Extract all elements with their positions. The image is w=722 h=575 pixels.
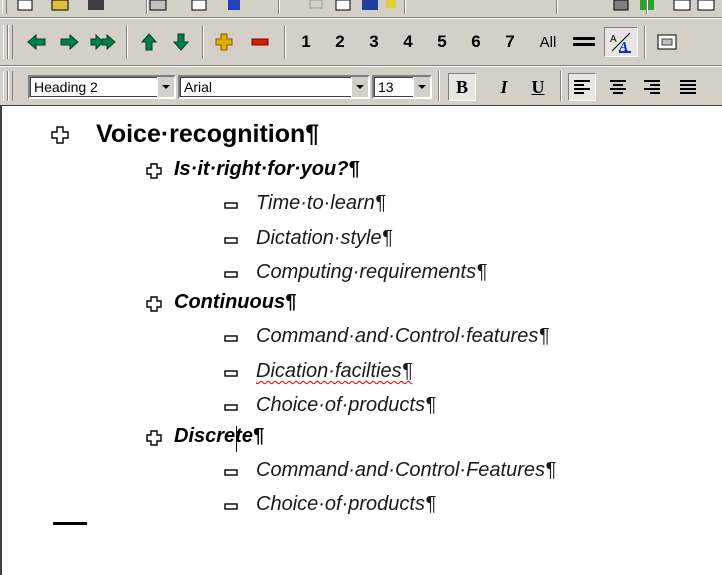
heading-2[interactable]: Continuous¶ xyxy=(174,291,296,314)
separator xyxy=(126,25,128,59)
align-right-icon xyxy=(644,80,660,94)
move-up-button[interactable] xyxy=(134,27,164,57)
separator xyxy=(146,0,148,14)
promote-button[interactable] xyxy=(22,27,52,57)
collapse-minus-icon[interactable] xyxy=(224,469,238,476)
standard-toolbar xyxy=(0,0,722,18)
expand-plus-icon[interactable] xyxy=(146,296,162,312)
move-up-icon xyxy=(141,33,157,51)
separator xyxy=(278,0,280,14)
show-heading-4-button[interactable]: 4 xyxy=(394,27,422,57)
promote-arrow-icon xyxy=(27,34,46,50)
align-center-icon xyxy=(610,80,626,94)
expand-button[interactable] xyxy=(208,27,240,57)
heading-3[interactable]: Command·and·Control·Features¶ xyxy=(256,459,556,482)
heading-3[interactable]: Choice·of·products¶ xyxy=(256,493,436,516)
underline-button[interactable]: U xyxy=(524,73,552,101)
heading-3[interactable]: Command·and·Control·features¶ xyxy=(256,325,549,348)
show-formatting-icon: A A xyxy=(610,32,631,53)
align-left-button[interactable] xyxy=(568,73,596,101)
chevron-down-icon[interactable] xyxy=(413,77,430,97)
show-first-line-only-button[interactable] xyxy=(568,27,600,57)
demote-to-body-icon xyxy=(90,34,116,50)
standard-toolbar-icons xyxy=(17,0,715,11)
expand-plus-icon[interactable] xyxy=(146,163,162,179)
document-area[interactable]: Voice·recognition¶ Is·it·right·for·you?¶… xyxy=(0,106,722,575)
align-right-button[interactable] xyxy=(638,73,666,101)
collapse-minus-icon[interactable] xyxy=(224,335,238,342)
separator xyxy=(438,71,440,101)
collapse-minus-icon[interactable] xyxy=(224,271,238,278)
collapse-button[interactable] xyxy=(244,27,276,57)
separator xyxy=(560,71,562,101)
move-down-button[interactable] xyxy=(166,27,196,57)
show-heading-6-button[interactable]: 6 xyxy=(462,27,490,57)
text-cursor xyxy=(236,426,237,452)
align-center-button[interactable] xyxy=(604,73,632,101)
heading-2[interactable]: Is·it·right·for·you?¶ xyxy=(174,158,360,181)
heading-1[interactable]: Voice·recognition¶ xyxy=(96,120,319,149)
style-dropdown[interactable]: Heading 2 xyxy=(28,75,176,99)
first-line-only-icon xyxy=(573,37,595,46)
separator xyxy=(284,25,286,59)
toolbar-grip[interactable] xyxy=(2,0,7,14)
italic-button[interactable]: I xyxy=(490,73,518,101)
font-value: Arial xyxy=(184,79,213,95)
collapse-minus-icon[interactable] xyxy=(224,404,238,411)
collapse-minus-icon[interactable] xyxy=(224,370,238,377)
heading-2[interactable]: Discrete¶ xyxy=(174,425,264,448)
separator xyxy=(404,0,406,14)
heading-3[interactable]: Dication·facilties¶ xyxy=(256,360,412,383)
end-of-document-marker xyxy=(53,522,87,525)
collapse-minus-icon xyxy=(251,38,269,46)
separator xyxy=(202,25,204,59)
heading-3[interactable]: Time·to·learn¶ xyxy=(256,192,385,215)
show-heading-7-button[interactable]: 7 xyxy=(496,27,524,57)
show-heading-3-button[interactable]: 3 xyxy=(360,27,388,57)
heading-3[interactable]: Dictation·style¶ xyxy=(256,227,392,250)
toolbar-grip[interactable] xyxy=(8,71,13,101)
font-dropdown[interactable]: Arial xyxy=(178,75,370,99)
show-formatting-button[interactable]: A A xyxy=(604,27,638,57)
separator xyxy=(644,25,646,59)
demote-arrow-icon xyxy=(60,34,79,50)
font-size-dropdown[interactable]: 13 xyxy=(372,75,432,99)
heading-3[interactable]: Choice·of·products¶ xyxy=(256,394,436,417)
style-value: Heading 2 xyxy=(34,79,98,95)
chevron-down-icon[interactable] xyxy=(351,77,368,97)
justify-button[interactable] xyxy=(674,73,702,101)
font-size-value: 13 xyxy=(378,79,394,95)
formatting-toolbar: Heading 2 Arial 13 B I U xyxy=(0,66,722,106)
separator xyxy=(556,0,558,14)
expand-plus-icon xyxy=(215,33,233,51)
move-down-icon xyxy=(173,33,189,51)
outlining-toolbar: 1 2 3 4 5 6 7 All A A xyxy=(0,18,722,66)
show-heading-2-button[interactable]: 2 xyxy=(326,27,354,57)
heading-3[interactable]: Computing·requirements¶ xyxy=(256,261,487,284)
master-document-icon xyxy=(657,34,677,50)
master-document-view-button[interactable] xyxy=(652,27,684,57)
align-left-icon xyxy=(574,80,590,94)
demote-to-body-text-button[interactable] xyxy=(86,27,120,57)
show-heading-5-button[interactable]: 5 xyxy=(428,27,456,57)
show-all-headings-button[interactable]: All xyxy=(528,27,568,57)
collapse-minus-icon[interactable] xyxy=(224,503,238,510)
bold-button[interactable]: B xyxy=(448,73,476,101)
show-heading-1-button[interactable]: 1 xyxy=(292,27,320,57)
separator xyxy=(646,0,648,14)
svg-text:A: A xyxy=(610,34,617,45)
expand-plus-icon[interactable] xyxy=(51,126,69,144)
demote-button[interactable] xyxy=(54,27,84,57)
toolbar-grip[interactable] xyxy=(8,25,13,59)
show-all-label: All xyxy=(539,33,557,51)
expand-plus-icon[interactable] xyxy=(146,430,162,446)
justify-icon xyxy=(680,80,696,94)
collapse-minus-icon[interactable] xyxy=(224,237,238,244)
collapse-minus-icon[interactable] xyxy=(224,202,238,209)
chevron-down-icon[interactable] xyxy=(157,77,174,97)
